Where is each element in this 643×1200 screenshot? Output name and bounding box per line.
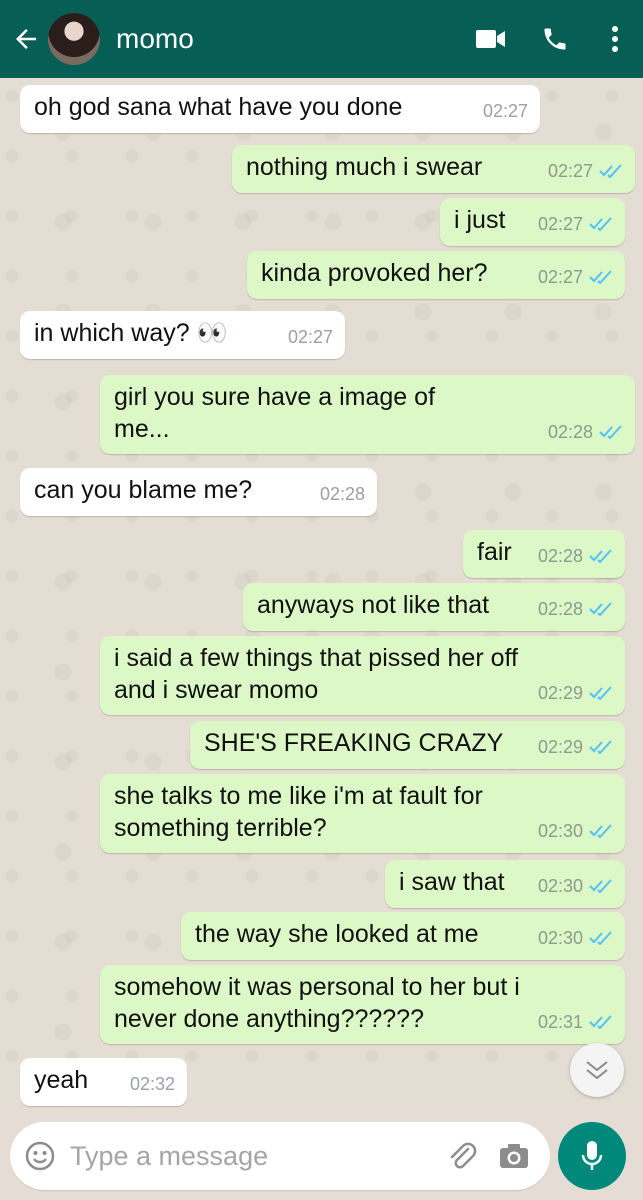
composer: Type a message — [0, 1110, 643, 1200]
message-text: she talks to me like i'm at fault for so… — [114, 782, 483, 842]
message-bubble[interactable]: fair 02:28 — [463, 530, 625, 578]
more-vert-icon[interactable] — [587, 0, 643, 78]
message-input[interactable]: Type a message — [10, 1122, 550, 1190]
message-text: i said a few things that pissed her off … — [114, 644, 518, 704]
message-time: 02:28 — [537, 546, 583, 566]
message-time: 02:30 — [537, 821, 583, 841]
message-time: 02:29 — [537, 683, 583, 703]
message-bubble[interactable]: can you blame me? 02:28 — [20, 468, 377, 516]
message-text: yeah — [34, 1066, 89, 1094]
back-arrow-icon[interactable] — [6, 0, 46, 78]
avatar[interactable] — [48, 13, 100, 65]
message-text: somehow it was personal to her but i nev… — [114, 973, 520, 1033]
message-placeholder: Type a message — [70, 1140, 269, 1171]
message-bubble[interactable]: she talks to me like i'm at fault for so… — [100, 774, 625, 853]
message-bubble[interactable]: i just 02:27 — [440, 198, 625, 246]
message-bubble[interactable]: i said a few things that pissed her off … — [100, 636, 625, 715]
read-ticks-icon — [589, 740, 612, 754]
message-bubble[interactable]: oh god sana what have you done 02:27 — [20, 85, 540, 133]
message-text: SHE'S FREAKING CRAZY — [204, 729, 504, 757]
message-time: 02:27 — [482, 101, 528, 121]
message-bubble[interactable]: kinda provoked her? 02:27 — [247, 251, 625, 299]
message-text: i just — [454, 206, 506, 234]
message-time: 02:27 — [537, 267, 583, 287]
message-time: 02:28 — [537, 599, 583, 619]
message-bubble[interactable]: nothing much i swear 02:27 — [232, 145, 635, 193]
read-ticks-icon — [589, 270, 612, 284]
mic-button[interactable] — [558, 1122, 626, 1190]
message-bubble[interactable]: girl you sure have a image of me... 02:2… — [100, 375, 635, 454]
emoji-icon[interactable] — [10, 1122, 70, 1190]
phone-icon[interactable] — [523, 0, 587, 78]
message-text: fair — [477, 538, 512, 566]
message-list[interactable]: oh god sana what have you done 02:27 not… — [0, 78, 643, 1110]
contact-name[interactable]: momo — [116, 23, 459, 55]
chevron-down-icon — [586, 1061, 608, 1080]
message-text: girl you sure have a image of me... — [114, 383, 436, 443]
message-bubble[interactable]: i saw that 02:30 — [385, 860, 625, 908]
message-text: nothing much i swear — [246, 153, 483, 181]
message-time: 02:29 — [537, 737, 583, 757]
message-text: the way she looked at me — [195, 920, 479, 948]
message-text: can you blame me? — [34, 476, 253, 504]
read-ticks-icon — [589, 1015, 612, 1029]
message-time: 02:32 — [129, 1074, 175, 1094]
video-call-icon[interactable] — [459, 0, 523, 78]
message-time: 02:27 — [287, 327, 333, 347]
read-ticks-icon — [589, 686, 612, 700]
camera-icon[interactable] — [488, 1122, 540, 1190]
message-text: oh god sana what have you done — [34, 93, 403, 121]
message-time: 02:31 — [537, 1012, 583, 1032]
message-bubble[interactable]: yeah 02:32 — [20, 1058, 187, 1106]
read-ticks-icon — [589, 549, 612, 563]
read-ticks-icon — [589, 931, 612, 945]
read-ticks-icon — [589, 879, 612, 893]
message-time: 02:27 — [547, 161, 593, 181]
message-time: 02:30 — [537, 928, 583, 948]
message-bubble[interactable]: SHE'S FREAKING CRAZY 02:29 — [190, 721, 625, 769]
message-bubble[interactable]: the way she looked at me 02:30 — [181, 912, 625, 960]
message-text: in which way? 👀 — [34, 319, 228, 347]
message-text: i saw that — [399, 868, 505, 896]
read-ticks-icon — [589, 602, 612, 616]
read-ticks-icon — [589, 824, 612, 838]
attach-icon[interactable] — [436, 1122, 488, 1190]
mic-icon — [581, 1141, 603, 1170]
read-ticks-icon — [599, 425, 622, 439]
message-bubble[interactable]: somehow it was personal to her but i nev… — [100, 965, 625, 1044]
message-time: 02:27 — [537, 214, 583, 234]
message-bubble[interactable]: in which way? 👀 02:27 — [20, 311, 345, 359]
message-text: anyways not like that — [257, 591, 490, 619]
message-time: 02:28 — [319, 484, 365, 504]
scroll-to-bottom-button[interactable] — [570, 1043, 624, 1097]
message-text: kinda provoked her? — [261, 259, 488, 287]
read-ticks-icon — [599, 164, 622, 178]
message-time: 02:30 — [537, 876, 583, 896]
message-bubble[interactable]: anyways not like that 02:28 — [243, 583, 625, 631]
read-ticks-icon — [589, 217, 612, 231]
message-time: 02:28 — [547, 422, 593, 442]
chat-header: momo — [0, 0, 643, 78]
